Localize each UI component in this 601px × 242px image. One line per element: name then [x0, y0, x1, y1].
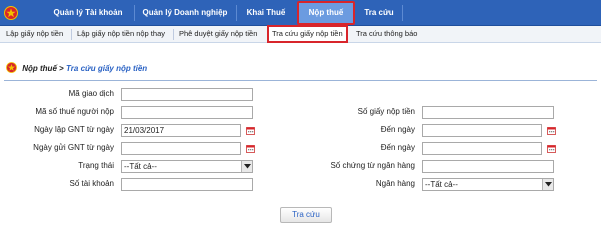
taxpayer-tax-code-input[interactable] [121, 106, 253, 119]
breadcrumb-current: Tra cứu giấy nộp tiền [66, 64, 148, 73]
sub-nav-create-payment-slip-on-behalf[interactable]: Lập giấy nộp tiền nộp thay [77, 26, 165, 43]
account-number-input[interactable] [121, 178, 253, 191]
account-number-label: Số tài khoản [69, 179, 114, 188]
top-nav-enterprise-management[interactable]: Quản lý Doanh nghiệp [134, 0, 236, 26]
sub-navigation-bar: Lập giấy nộp tiền Lập giấy nộp tiền nộp … [0, 25, 601, 43]
payment-slip-number-input[interactable] [422, 106, 554, 119]
chevron-down-icon[interactable] [241, 161, 252, 172]
calendar-icon[interactable] [246, 126, 255, 135]
payment-slip-number-label: Số giấy nộp tiền [357, 107, 415, 116]
calendar-icon[interactable] [547, 126, 556, 135]
nav-divider [71, 29, 72, 40]
bank-voucher-number-input[interactable] [422, 160, 554, 173]
top-nav-tax-payment[interactable]: Nộp thuế [297, 1, 355, 25]
calendar-icon[interactable] [246, 144, 255, 153]
sent-to-date-input[interactable] [422, 142, 542, 155]
sub-nav-lookup-notification[interactable]: Tra cứu thông báo [356, 26, 417, 43]
top-nav-tax-declaration[interactable]: Khai Thuế [236, 0, 296, 26]
sub-nav-lookup-payment-slip[interactable]: Tra cứu giấy nộp tiền [267, 25, 348, 43]
status-select-value: --Tất cả-- [124, 162, 157, 171]
transaction-code-label: Mã giao dịch [68, 89, 114, 98]
bank-voucher-number-label: Số chứng từ ngân hàng [330, 161, 415, 170]
sent-to-date-label: Đến ngày [380, 143, 415, 152]
sub-nav-create-payment-slip[interactable]: Lập giấy nộp tiền [6, 26, 63, 43]
created-from-date-input[interactable] [121, 124, 241, 137]
top-nav-lookup[interactable]: Tra cứu [356, 0, 402, 26]
sent-from-date-input[interactable] [121, 142, 241, 155]
search-button[interactable]: Tra cứu [280, 207, 332, 223]
created-to-date-input[interactable] [422, 124, 542, 137]
top-nav-account-management[interactable]: Quản lý Tài khoản [44, 0, 132, 26]
bank-select[interactable]: --Tất cả-- [422, 178, 554, 191]
section-divider [4, 80, 597, 81]
breadcrumb-separator: > [59, 64, 64, 73]
created-from-date-label: Ngày lập GNT từ ngày [34, 125, 114, 134]
created-to-date-label: Đến ngày [380, 125, 415, 134]
bank-label: Ngân hàng [375, 179, 415, 188]
top-navigation-bar: Quản lý Tài khoản Quản lý Doanh nghiệp K… [0, 0, 601, 26]
bank-select-value: --Tất cả-- [425, 180, 458, 189]
status-select[interactable]: --Tất cả-- [121, 160, 253, 173]
taxpayer-tax-code-label: Mã số thuế người nộp [35, 107, 114, 116]
state-emblem-icon [4, 6, 18, 20]
chevron-down-icon[interactable] [542, 179, 553, 190]
nav-divider [402, 5, 403, 21]
nav-divider [173, 29, 174, 40]
sub-nav-approve-payment-slip[interactable]: Phê duyệt giấy nộp tiền [179, 26, 257, 43]
calendar-icon[interactable] [547, 144, 556, 153]
transaction-code-input[interactable] [121, 88, 253, 101]
breadcrumb-root[interactable]: Nộp thuế [22, 64, 57, 73]
breadcrumb: Nộp thuế > Tra cứu giấy nộp tiền [6, 62, 147, 76]
state-emblem-icon [6, 62, 17, 73]
status-label: Trạng thái [78, 161, 114, 170]
sent-from-date-label: Ngày gửi GNT từ ngày [33, 143, 114, 152]
